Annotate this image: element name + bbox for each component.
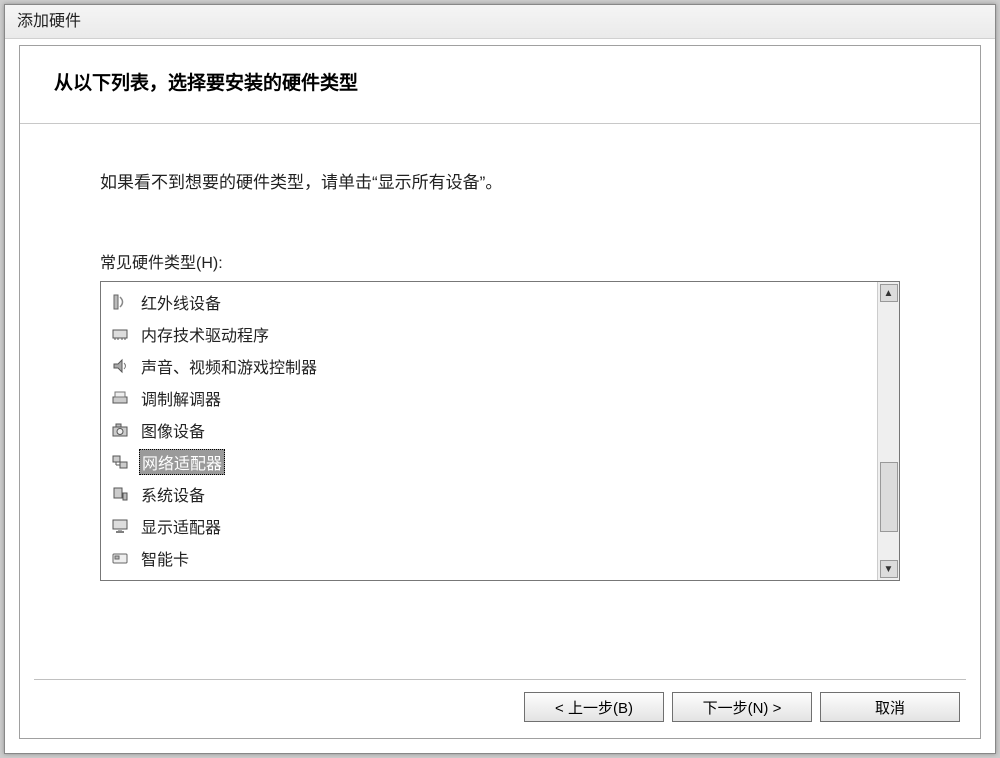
modem-icon	[109, 387, 131, 409]
list-item[interactable]: 图像设备	[103, 414, 875, 446]
scroll-up-button[interactable]: ▲	[880, 284, 898, 302]
list-item-label: 内存技术驱动程序	[139, 322, 271, 346]
imaging-icon	[109, 419, 131, 441]
memory-icon	[109, 323, 131, 345]
next-button[interactable]: 下一步(N) >	[672, 692, 812, 722]
back-button[interactable]: < 上一步(B)	[524, 692, 664, 722]
hardware-list-label: 常见硬件类型(H):	[100, 249, 900, 273]
button-separator	[34, 679, 966, 680]
list-item[interactable]: 调制解调器	[103, 382, 875, 414]
sound-icon	[109, 355, 131, 377]
list-item-label: 调制解调器	[139, 386, 223, 410]
list-item[interactable]: 红外线设备	[103, 286, 875, 318]
list-item[interactable]: 显示适配器	[103, 510, 875, 542]
window-title: 添加硬件	[17, 13, 81, 30]
smartcard-icon	[109, 547, 131, 569]
list-item-label: 显示适配器	[139, 514, 223, 538]
list-item-label: 智能卡	[139, 546, 191, 570]
scroll-down-button[interactable]: ▼	[880, 560, 898, 578]
list-item[interactable]: 网络适配器	[103, 446, 875, 478]
add-hardware-window: 添加硬件 从以下列表，选择要安装的硬件类型 如果看不到想要的硬件类型，请单击“显…	[4, 4, 996, 754]
list-item[interactable]: 系统设备	[103, 478, 875, 510]
wizard-heading: 从以下列表，选择要安装的硬件类型	[54, 73, 358, 94]
list-item-label: 声音、视频和游戏控制器	[139, 354, 319, 378]
list-item-label: 系统设备	[139, 482, 207, 506]
wizard-hint: 如果看不到想要的硬件类型，请单击“显示所有设备”。	[100, 168, 900, 193]
list-item[interactable]: 内存技术驱动程序	[103, 318, 875, 350]
system-icon	[109, 483, 131, 505]
list-item-label: 红外线设备	[139, 290, 223, 314]
hardware-type-list: 红外线设备 内存技术驱动程序 声音、视频和游戏控制器	[101, 282, 877, 580]
list-item[interactable]: 智能卡	[103, 542, 875, 574]
infrared-icon	[109, 291, 131, 313]
list-item-label: 网络适配器	[139, 449, 225, 475]
display-icon	[109, 515, 131, 537]
wizard-button-row: < 上一步(B) 下一步(N) > 取消	[524, 692, 960, 722]
scrollbar-thumb[interactable]	[880, 462, 898, 532]
wizard-content: 如果看不到想要的硬件类型，请单击“显示所有设备”。 常见硬件类型(H): 红外线…	[20, 124, 980, 581]
list-item-label: 图像设备	[139, 418, 207, 442]
wizard-header: 从以下列表，选择要安装的硬件类型	[20, 46, 980, 124]
list-scrollbar[interactable]: ▲ ▼	[877, 282, 899, 580]
window-titlebar[interactable]: 添加硬件	[5, 5, 995, 39]
cancel-button[interactable]: 取消	[820, 692, 960, 722]
wizard-panel: 从以下列表，选择要安装的硬件类型 如果看不到想要的硬件类型，请单击“显示所有设备…	[19, 45, 981, 739]
list-item[interactable]: 声音、视频和游戏控制器	[103, 350, 875, 382]
hardware-type-listbox[interactable]: 红外线设备 内存技术驱动程序 声音、视频和游戏控制器	[100, 281, 900, 581]
network-icon	[109, 451, 131, 473]
